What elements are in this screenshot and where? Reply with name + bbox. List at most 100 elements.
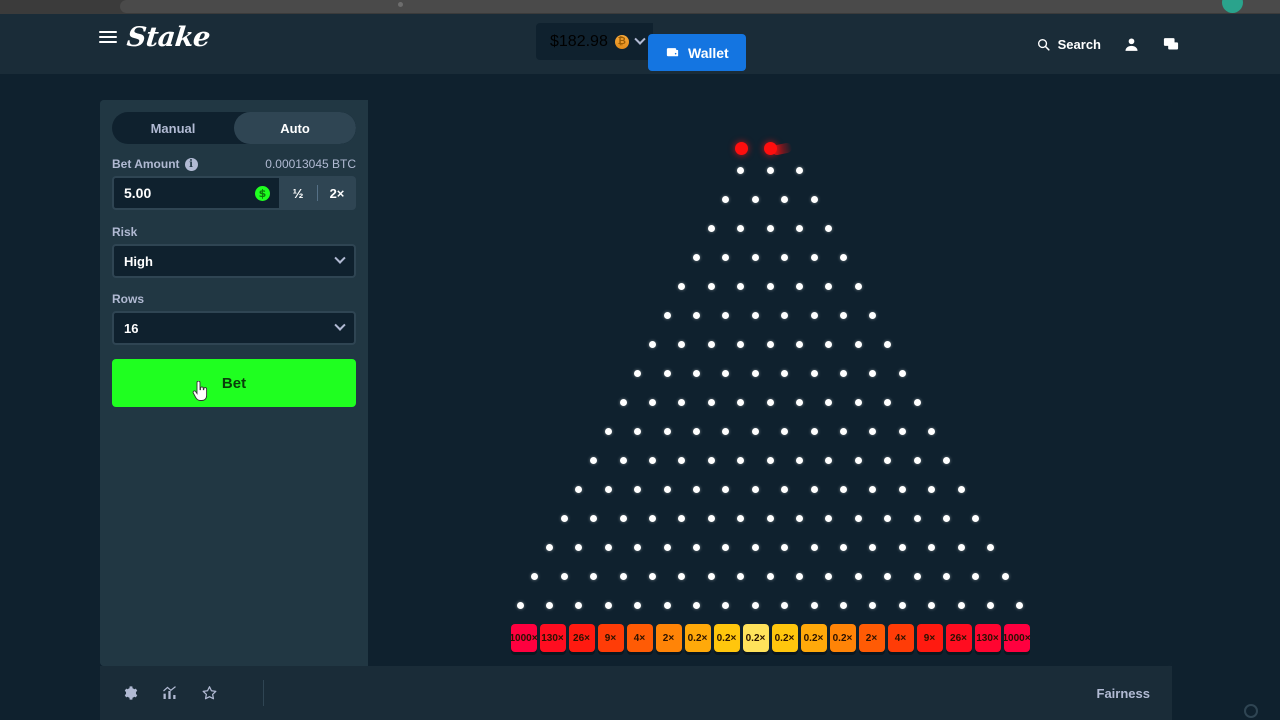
search-button[interactable]: Search: [1036, 37, 1101, 52]
rows-value: 16: [124, 320, 139, 336]
peg: [825, 456, 833, 464]
peg: [722, 195, 730, 203]
multiplier-bucket: 1000×: [510, 624, 537, 652]
peg: [678, 398, 686, 406]
peg: [737, 224, 745, 232]
bet-amount-label-row: Bet Amount i 0.00013045 BTC: [112, 157, 356, 171]
gear-icon[interactable]: [122, 685, 138, 701]
rows-select[interactable]: 16: [112, 311, 356, 345]
peg: [928, 485, 936, 493]
peg: [766, 340, 774, 348]
bet-amount-input[interactable]: [124, 185, 254, 201]
peg: [913, 456, 921, 464]
peg: [781, 253, 789, 261]
peg: [737, 398, 745, 406]
double-bet-button[interactable]: 2×: [318, 176, 356, 210]
rows-label-row: Rows: [112, 292, 356, 306]
peg: [707, 224, 715, 232]
peg: [590, 572, 598, 580]
balance-selector[interactable]: $182.98 ₿: [536, 23, 653, 60]
peg: [795, 514, 803, 522]
search-label: Search: [1057, 37, 1101, 52]
peg: [781, 543, 789, 551]
peg: [913, 514, 921, 522]
browser-chrome-strip: [0, 0, 1280, 14]
peg: [942, 456, 950, 464]
peg: [619, 456, 627, 464]
peg: [663, 485, 671, 493]
usd-coin-icon: $: [255, 185, 270, 201]
hamburger-menu-icon[interactable]: [99, 29, 117, 45]
stake-logo[interactable]: Stake: [125, 22, 211, 53]
peg: [693, 427, 700, 435]
peg: [648, 514, 656, 522]
risk-select[interactable]: High: [112, 244, 356, 278]
peg: [693, 369, 700, 377]
star-icon[interactable]: [201, 685, 218, 701]
info-icon[interactable]: i: [184, 157, 198, 171]
multiplier-bucket: 9×: [916, 624, 943, 652]
peg: [869, 427, 877, 435]
peg: [928, 601, 936, 609]
peg: [854, 572, 862, 580]
peg: [546, 543, 553, 551]
rows-label: Rows: [112, 292, 145, 306]
bet-button[interactable]: Bet: [112, 359, 356, 407]
peg: [810, 311, 818, 319]
multiplier-bucket: 0.2×: [684, 624, 711, 652]
peg: [663, 543, 671, 551]
bet-amount-input-wrapper[interactable]: $: [112, 176, 279, 210]
peg: [590, 514, 598, 522]
peg: [722, 311, 730, 319]
peg: [825, 224, 833, 232]
wallet-button[interactable]: Wallet: [648, 34, 746, 71]
peg: [869, 485, 877, 493]
peg: [898, 485, 906, 493]
multiplier-bucket: 130×: [539, 624, 566, 652]
peg: [825, 340, 833, 348]
balance-amount: $182.98: [550, 32, 608, 50]
peg: [604, 601, 612, 609]
fairness-link[interactable]: Fairness: [1097, 686, 1150, 701]
peg: [825, 514, 833, 522]
peg: [884, 514, 892, 522]
pointing-hand-cursor: [192, 381, 208, 401]
peg: [781, 195, 789, 203]
tab-auto[interactable]: Auto: [234, 112, 356, 144]
peg: [898, 543, 906, 551]
plinko-ball: [734, 141, 748, 155]
peg: [648, 572, 656, 580]
game-footer: Fairness: [100, 666, 1172, 720]
peg: [722, 543, 730, 551]
user-profile-icon[interactable]: [1123, 36, 1140, 53]
peg: [781, 311, 789, 319]
peg: [869, 543, 877, 551]
search-icon: [1037, 39, 1050, 51]
bet-controls-panel: Manual Auto Bet Amount i 0.00013045 BTC …: [100, 100, 368, 666]
browser-url-bar[interactable]: [120, 0, 1280, 13]
peg: [854, 456, 862, 464]
risk-label-row: Risk: [112, 225, 356, 239]
peg: [722, 427, 730, 435]
plinko-board[interactable]: 1000× 130× 26× 9× 4× 2× 0.2× 0.2× 0.2× 0.2× 0.2× 0.…: [368, 100, 1172, 666]
halve-bet-button[interactable]: ½: [279, 176, 317, 210]
tab-manual[interactable]: Manual: [112, 112, 234, 144]
peg: [693, 485, 700, 493]
bet-amount-modifiers: ½ 2×: [279, 176, 356, 210]
peg: [795, 456, 803, 464]
peg: [928, 427, 936, 435]
peg: [737, 166, 745, 174]
chat-bubble-icon[interactable]: [1162, 36, 1180, 53]
peg: [560, 572, 568, 580]
peg: [766, 398, 774, 406]
peg: [678, 572, 686, 580]
plinko-ball: [763, 141, 777, 155]
peg: [957, 485, 965, 493]
peg: [766, 166, 774, 174]
multiplier-bucket: 4×: [887, 624, 914, 652]
peg: [766, 224, 774, 232]
statistics-chart-icon[interactable]: [161, 685, 178, 701]
peg: [795, 166, 803, 174]
peg: [678, 282, 686, 290]
peg: [898, 601, 906, 609]
